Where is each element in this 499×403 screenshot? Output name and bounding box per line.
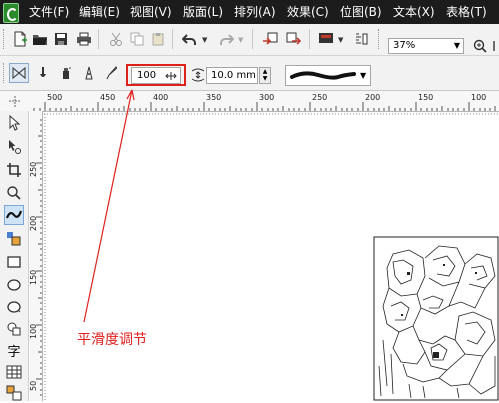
basic-shapes-tool-icon[interactable] <box>4 319 24 339</box>
export-icon[interactable] <box>284 29 304 49</box>
menu-bitmaps[interactable]: 位图(B) <box>340 4 382 20</box>
smart-fill-tool-icon[interactable] <box>4 229 24 249</box>
shape-tool-icon[interactable] <box>4 137 24 157</box>
toolbar-separator <box>252 29 253 49</box>
launcher-dropdown-icon[interactable]: ▼ <box>338 36 343 44</box>
smoothing-highlight-box <box>126 64 186 86</box>
preset-mode-icon[interactable] <box>9 63 29 83</box>
ruler-label: 500 <box>47 93 63 102</box>
table-tool-icon[interactable] <box>4 362 24 382</box>
ruler-label: 100 <box>29 323 38 339</box>
ruler-label: 150 <box>418 93 434 102</box>
crop-tool-icon[interactable] <box>4 160 24 180</box>
ruler-label: 350 <box>206 93 222 102</box>
menu-view[interactable]: 视图(V) <box>130 4 172 20</box>
toolbar-separator <box>309 29 310 49</box>
annotation-arrow <box>83 89 135 323</box>
toolbar-grip[interactable] <box>3 29 7 49</box>
stroke-width-icon <box>188 65 208 85</box>
vertical-ruler[interactable]: 250 200 150 100 50 <box>28 111 43 401</box>
paste-icon[interactable] <box>148 29 168 49</box>
nib-width-value: 10.0 mm <box>211 70 256 81</box>
preset-stroke-list[interactable]: ▼ <box>285 65 371 86</box>
copy-icon[interactable] <box>127 29 147 49</box>
toolbar-separator <box>172 29 173 49</box>
calligraphic-mode-icon[interactable] <box>79 63 99 83</box>
open-folder-icon[interactable] <box>30 29 50 49</box>
application-launcher-icon[interactable] <box>316 29 336 49</box>
zoom-level-value: 37% <box>393 40 416 51</box>
menu-table[interactable]: 表格(T) <box>446 4 487 20</box>
zoom-tool-icon[interactable] <box>4 183 24 203</box>
annotation-label: 平滑度调节 <box>77 332 147 348</box>
menu-file[interactable]: 文件(F) <box>29 4 69 20</box>
brush-mode-icon[interactable] <box>33 63 53 83</box>
ruler-label: 200 <box>29 215 38 231</box>
sprayer-mode-icon[interactable] <box>56 63 76 83</box>
ruler-origin-icon <box>9 96 21 107</box>
artistic-media-tool-icon[interactable] <box>4 205 24 225</box>
toolbar-grip[interactable] <box>378 29 382 49</box>
new-document-icon[interactable] <box>10 29 30 49</box>
import-icon[interactable] <box>260 29 280 49</box>
dimension-tool-icon[interactable] <box>4 383 24 403</box>
menu-arrange[interactable]: 排列(A) <box>234 4 276 20</box>
toolbox: 字 <box>0 111 29 401</box>
toolbar-grip[interactable] <box>3 63 7 83</box>
nib-width-input[interactable]: 10.0 mm <box>206 67 258 84</box>
menu-edit[interactable]: 编辑(E) <box>79 4 120 20</box>
welcome-screen-icon[interactable] <box>351 29 371 49</box>
ruler-label: 100 <box>471 93 487 102</box>
zoom-icon[interactable] <box>470 36 490 56</box>
nib-width-spinner[interactable]: ▲ ▼ <box>259 67 271 84</box>
undo-icon[interactable] <box>180 29 200 49</box>
pick-tool-icon[interactable] <box>4 113 24 133</box>
ruler-label: 400 <box>153 93 169 102</box>
print-icon[interactable] <box>74 29 94 49</box>
toolbar-separator <box>98 29 99 49</box>
ruler-label: 50 <box>29 380 38 391</box>
ruler-origin[interactable] <box>0 91 28 112</box>
ruler-label: 150 <box>29 269 38 285</box>
ruler-label: 200 <box>365 93 381 102</box>
redo-icon[interactable] <box>216 29 236 49</box>
menu-text[interactable]: 文本(X) <box>393 4 435 20</box>
brush-stroke-preview <box>290 71 356 80</box>
menu-bar: 文件(F) 编辑(E) 视图(V) 版面(L) 排列(A) 效果(C) 位图(B… <box>0 0 499 24</box>
menu-layout[interactable]: 版面(L) <box>183 4 223 20</box>
app-logo-icon[interactable] <box>3 3 19 23</box>
ellipse-tool-icon[interactable] <box>4 275 24 295</box>
rectangle-tool-icon[interactable] <box>4 252 24 272</box>
cut-icon[interactable] <box>106 29 126 49</box>
menu-effects[interactable]: 效果(C) <box>287 4 329 20</box>
pressure-mode-icon[interactable] <box>101 63 121 83</box>
chevron-down-icon: ▼ <box>453 41 460 50</box>
rock-line-drawing <box>373 236 499 401</box>
zoom-level-select[interactable]: 37% ▼ <box>388 38 464 54</box>
polygon-tool-icon[interactable] <box>4 297 24 317</box>
redo-dropdown-icon[interactable]: ▼ <box>238 36 243 44</box>
chevron-down-icon: ▼ <box>360 71 367 80</box>
ruler-ticks <box>36 119 42 396</box>
save-icon[interactable] <box>51 29 71 49</box>
ruler-label: 250 <box>29 161 38 177</box>
ruler-label: 300 <box>259 93 275 102</box>
zoom-one-shot-icon[interactable] <box>488 36 499 56</box>
ruler-label: 250 <box>312 93 328 102</box>
text-tool-icon[interactable]: 字 <box>4 340 24 360</box>
undo-dropdown-icon[interactable]: ▼ <box>202 36 207 44</box>
